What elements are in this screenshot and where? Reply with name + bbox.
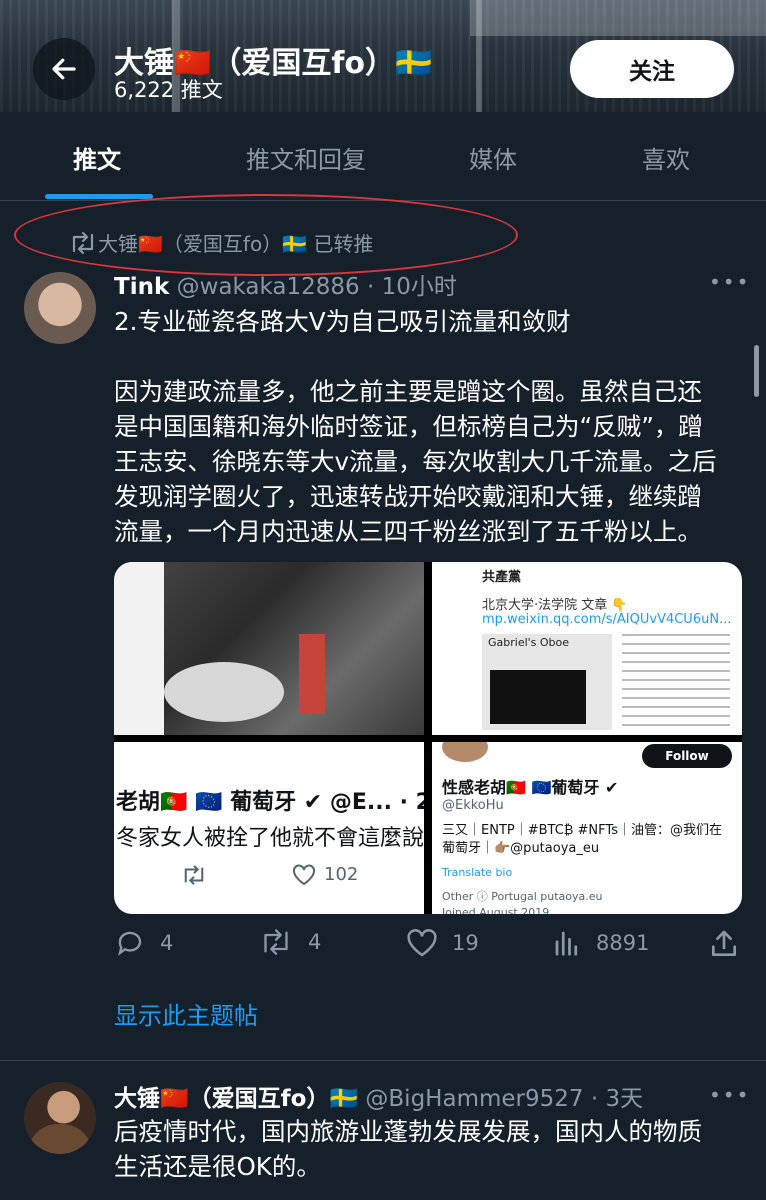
reply-button[interactable]: 4 bbox=[114, 928, 173, 958]
share-icon bbox=[712, 930, 736, 956]
avatar[interactable] bbox=[24, 1082, 96, 1154]
tab-posts[interactable]: 推文 bbox=[73, 140, 121, 175]
retweet-count: 4 bbox=[308, 930, 322, 954]
retweet-icon bbox=[184, 865, 204, 885]
media-image-dinner[interactable] bbox=[114, 562, 424, 735]
retweet-icon bbox=[72, 231, 94, 254]
tab-posts-and-replies[interactable]: 推文和回复 bbox=[246, 140, 366, 175]
profile-header: 大锤🇨🇳（爱国互fo）🇸🇪 6,222 推文 关注 bbox=[0, 0, 766, 112]
reply-count: 4 bbox=[160, 931, 174, 955]
retweet-notice-text[interactable]: 大锤🇨🇳（爱国互fo）🇸🇪 已转推 bbox=[98, 228, 373, 257]
reply-icon bbox=[118, 931, 142, 956]
tweet-header: 大锤🇨🇳（爱国互fo）🇸🇪 @BigHammer9527 · 3天 bbox=[114, 1079, 643, 1113]
retweet-button[interactable]: 4 bbox=[258, 928, 321, 956]
more-options-icon[interactable]: ••• bbox=[709, 270, 750, 294]
tweet-divider bbox=[0, 1060, 766, 1061]
tweet-actions: 4 4 19 8891 bbox=[114, 928, 744, 968]
author-name[interactable]: Tink bbox=[114, 274, 169, 300]
retweet-notice: 大锤🇨🇳（爱国互fo）🇸🇪 已转推 bbox=[68, 228, 373, 257]
heart-icon bbox=[293, 864, 315, 886]
share-button[interactable] bbox=[708, 928, 754, 960]
avatar[interactable] bbox=[24, 272, 96, 344]
arrow-left-icon bbox=[52, 58, 76, 80]
active-tab-indicator bbox=[45, 194, 153, 199]
more-options-icon[interactable]: ••• bbox=[709, 1083, 750, 1107]
like-button[interactable]: 19 bbox=[406, 928, 479, 958]
analytics-icon bbox=[555, 931, 578, 956]
views-button[interactable]: 8891 bbox=[552, 928, 649, 958]
tab-likes[interactable]: 喜欢 bbox=[642, 140, 690, 175]
media-image-tweet-screenshot[interactable]: 老胡🇵🇹 🇪🇺 葡萄牙 ✔ @E... · 202 冬家女人被拴了他就不會這麼說… bbox=[114, 742, 424, 914]
heart-icon bbox=[407, 929, 437, 957]
tweet-header: Tink @wakaka12886 · 10小时 bbox=[114, 267, 457, 301]
retweet-icon bbox=[264, 929, 288, 955]
media-image-profile-screenshot[interactable]: Follow 性感老胡🇵🇹 🇪🇺葡萄牙 ✔ @EkkoHu 三又｜ENTP｜#B… bbox=[432, 742, 742, 914]
back-button[interactable] bbox=[33, 38, 95, 100]
show-thread-link[interactable]: 显示此主题帖 bbox=[114, 996, 258, 1031]
like-count: 19 bbox=[452, 931, 479, 955]
author-name[interactable]: 大锤🇨🇳（爱国互fo）🇸🇪 bbox=[114, 1086, 358, 1112]
media-image-article[interactable]: 共產黨 北京大学·法学院 文章 👇 mp.weixin.qq.com/s/AIQ… bbox=[432, 562, 742, 735]
scrollbar[interactable] bbox=[754, 345, 759, 397]
follow-button[interactable]: 关注 bbox=[570, 40, 734, 98]
profile-tabs: 推文 推文和回复 媒体 喜欢 bbox=[0, 112, 766, 201]
tab-media[interactable]: 媒体 bbox=[469, 140, 517, 175]
view-count: 8891 bbox=[596, 931, 650, 955]
author-handle-time[interactable]: @BigHammer9527 · 3天 bbox=[365, 1086, 643, 1112]
tweet-media-grid[interactable]: 共產黨 北京大学·法学院 文章 👇 mp.weixin.qq.com/s/AIQ… bbox=[114, 562, 742, 914]
author-handle-time[interactable]: @wakaka12886 · 10小时 bbox=[177, 274, 457, 300]
tweet-text: 2.专业碰瓷各路大V为自己吸引流量和敛财 因为建政流量多，他之前主要是蹭这个圈。… bbox=[114, 307, 717, 546]
tweet-text: 后疫情时代，国内旅游业蓬勃发展发展，国内人的物质 生活还是很OK的。 bbox=[114, 1117, 702, 1181]
post-count: 6,222 推文 bbox=[114, 78, 223, 102]
